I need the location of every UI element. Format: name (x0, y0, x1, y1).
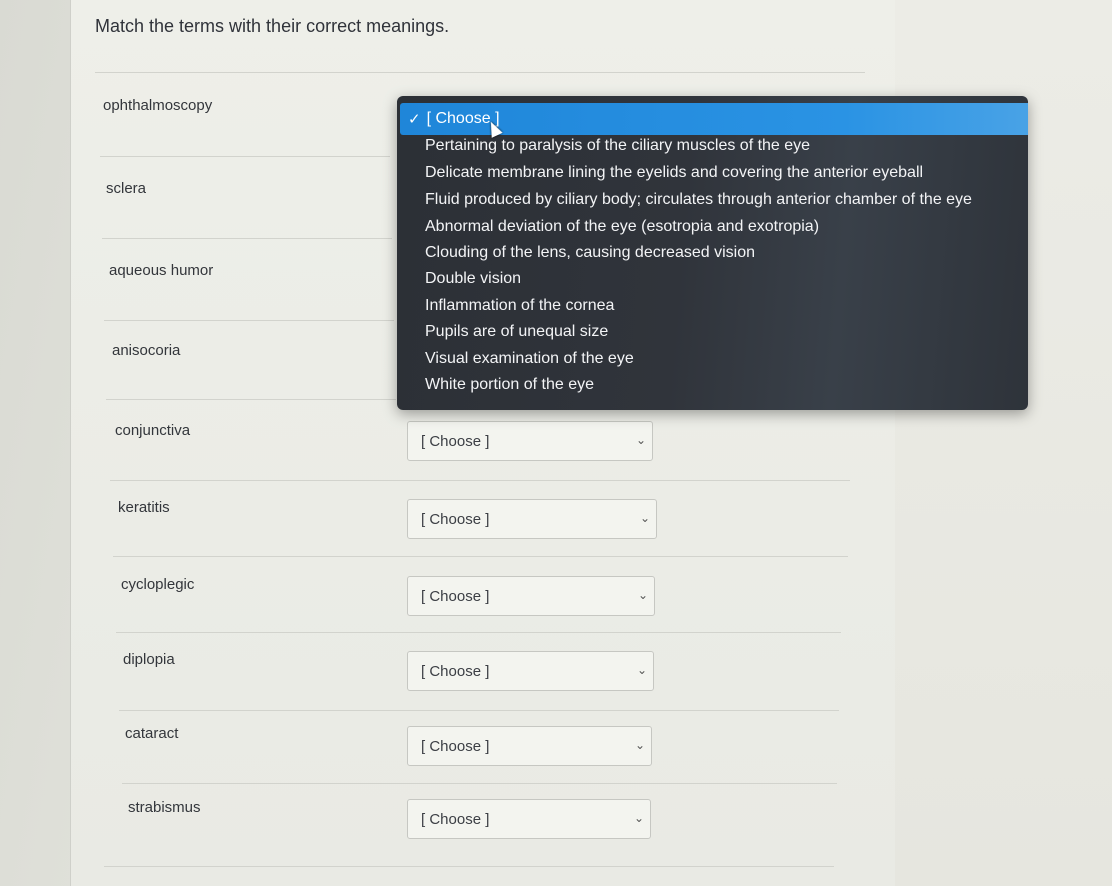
divider (106, 399, 396, 400)
chevron-down-icon: ⌄ (634, 738, 645, 752)
chevron-down-icon: ⌄ (637, 588, 648, 602)
select-value: [ Choose ] (421, 510, 490, 528)
term-ophthalmoscopy: ophthalmoscopy (103, 97, 213, 114)
term-conjunctiva: conjunctiva (115, 422, 191, 439)
select-conjunctiva[interactable]: [ Choose ] ⌄ (407, 421, 653, 461)
select-value: [ Choose ] (421, 810, 490, 828)
divider (104, 320, 394, 321)
term-sclera: sclera (106, 180, 147, 197)
term-cataract: cataract (125, 725, 179, 742)
select-value: [ Choose ] (421, 587, 490, 605)
term-anisocoria: anisocoria (112, 342, 181, 359)
divider (100, 156, 390, 157)
dropdown-option[interactable]: Delicate membrane lining the eyelids and… (425, 164, 923, 182)
select-cycloplegic[interactable]: [ Choose ] ⌄ (407, 576, 655, 616)
dropdown-option[interactable]: Fluid produced by ciliary body; circulat… (425, 191, 972, 209)
term-diplopia: diplopia (123, 651, 175, 668)
select-strabismus[interactable]: [ Choose ] ⌄ (407, 799, 651, 839)
divider (119, 710, 839, 711)
chevron-down-icon: ⌄ (639, 511, 650, 525)
divider (95, 72, 865, 73)
select-value: [ Choose ] (421, 737, 490, 755)
dropdown-menu[interactable]: ✓ [ Choose ] Pertaining to paralysis of … (397, 96, 1028, 410)
select-diplopia[interactable]: [ Choose ] ⌄ (407, 651, 654, 691)
dropdown-option[interactable]: Pertaining to paralysis of the ciliary m… (425, 137, 810, 155)
divider (102, 238, 392, 239)
dropdown-option[interactable]: Visual examination of the eye (425, 350, 634, 368)
divider (104, 866, 834, 867)
checkmark-icon: ✓ (408, 111, 421, 128)
dropdown-option[interactable]: Double vision (425, 270, 521, 288)
term-keratitis: keratitis (118, 499, 170, 516)
select-cataract[interactable]: [ Choose ] ⌄ (407, 726, 652, 766)
chevron-down-icon: ⌄ (633, 811, 644, 825)
select-keratitis[interactable]: [ Choose ] ⌄ (407, 499, 657, 539)
question-text: Match the terms with their correct meani… (95, 16, 450, 36)
divider (122, 783, 837, 784)
dropdown-option[interactable]: Clouding of the lens, causing decreased … (425, 244, 755, 262)
select-value: [ Choose ] (421, 432, 490, 450)
dropdown-option[interactable]: Inflammation of the cornea (425, 297, 614, 315)
select-value: [ Choose ] (421, 662, 490, 680)
divider (110, 480, 850, 481)
chevron-down-icon: ⌄ (635, 433, 646, 447)
dropdown-option[interactable]: Pupils are of unequal size (425, 323, 608, 341)
divider (113, 556, 848, 557)
term-aqueous-humor: aqueous humor (109, 262, 214, 279)
dropdown-option[interactable]: White portion of the eye (425, 376, 594, 394)
term-cycloplegic: cycloplegic (121, 576, 195, 593)
dropdown-option[interactable]: Abnormal deviation of the eye (esotropia… (425, 218, 819, 236)
chevron-down-icon: ⌄ (636, 663, 647, 677)
divider (116, 632, 841, 633)
term-strabismus: strabismus (128, 799, 201, 816)
